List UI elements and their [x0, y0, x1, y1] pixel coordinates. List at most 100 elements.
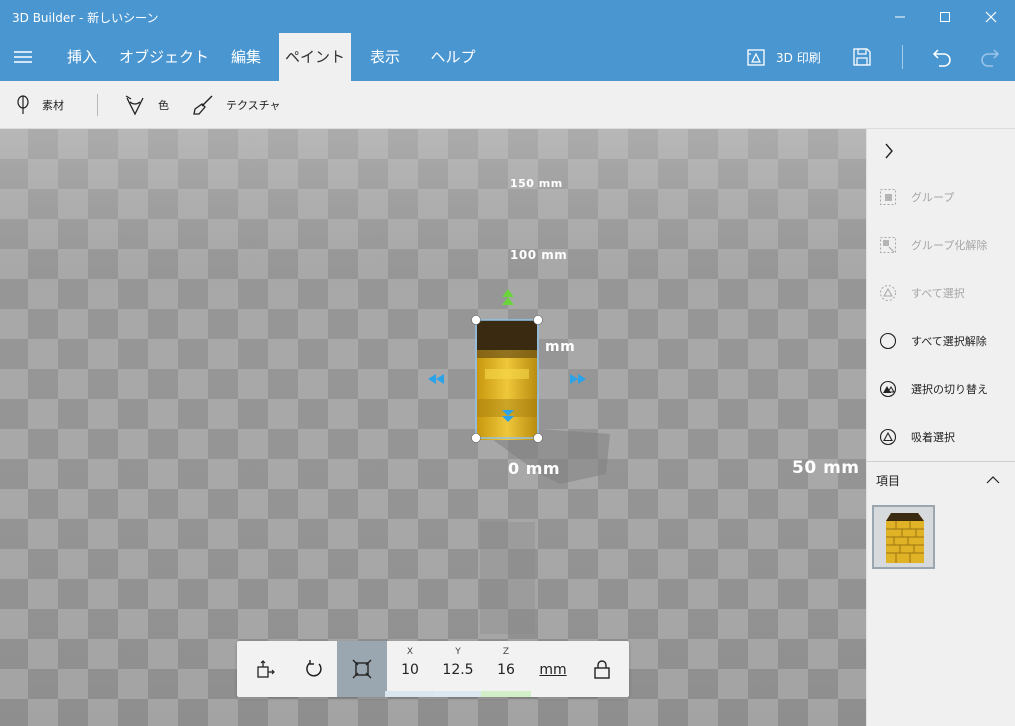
minimize-icon — [895, 16, 905, 17]
x-axis-bar — [385, 691, 435, 697]
transform-panel: X 10 Y 12.5 Z 16 mm — [237, 641, 629, 697]
menu-separator — [902, 45, 903, 69]
color-label: 色 — [158, 99, 169, 112]
move-tool-icon — [257, 660, 275, 678]
ungroup-label: グループ化解除 — [911, 239, 988, 252]
yellow-block-object[interactable] — [477, 320, 537, 440]
chevron-up-icon — [986, 476, 1000, 484]
title-bar: 3D Builder - 新しいシーン — [0, 0, 1015, 33]
print-3d-icon — [747, 49, 765, 66]
minimize-button[interactable] — [877, 0, 923, 33]
snap-selection-button[interactable]: 吸着選択 — [867, 413, 1015, 461]
tab-insert[interactable]: 挿入 — [53, 33, 111, 81]
window-title: 3D Builder - 新しいシーン — [12, 11, 159, 25]
tab-edit[interactable]: 編集 — [218, 33, 274, 81]
z-axis-bar — [481, 691, 531, 697]
items-collapse-button[interactable] — [985, 472, 1001, 488]
tab-object[interactable]: オブジェクト — [117, 33, 211, 81]
deselect-all-button[interactable]: すべて選択解除 — [867, 317, 1015, 365]
ungroup-button[interactable]: グループ化解除 — [867, 221, 1015, 269]
texture-brush-icon — [193, 95, 213, 115]
rotate-icon — [306, 660, 322, 677]
maximize-button[interactable] — [922, 0, 968, 33]
chevron-right-icon — [885, 143, 893, 159]
y-value: 12.5 — [442, 662, 474, 678]
selection-handle[interactable] — [471, 315, 481, 325]
group-icon — [879, 188, 897, 206]
ungroup-icon — [879, 236, 897, 254]
collapse-panel-button[interactable] — [877, 139, 901, 163]
scale-icon — [352, 659, 372, 679]
hamburger-menu-button[interactable] — [0, 33, 46, 81]
material-label: 素材 — [42, 99, 64, 112]
redo-button[interactable] — [972, 33, 1008, 81]
save-icon — [853, 48, 871, 66]
scale-label-0: 0 mm — [508, 459, 561, 478]
toggle-selection-label: 選択の切り替え — [911, 383, 988, 396]
select-all-button[interactable]: すべて選択 — [867, 269, 1015, 317]
menu-bar: 挿入 オブジェクト 編集 ペイント 表示 ヘルプ 3D 印刷 — [0, 33, 1015, 81]
z-coordinate-field[interactable]: Z 16 — [481, 641, 531, 697]
scene-canvas — [0, 129, 866, 726]
right-panel: グループ グループ化解除 すべて選択 すべて選択解除 選択の切り替え 吸着選択 … — [866, 129, 1015, 726]
items-separator — [867, 461, 1015, 462]
material-button[interactable]: 素材 — [16, 81, 64, 129]
color-bucket-icon — [125, 95, 144, 116]
rotate-tool-button[interactable] — [289, 641, 339, 697]
object-thumbnail-image — [874, 507, 933, 567]
lock-proportions-button[interactable] — [577, 641, 627, 697]
save-button[interactable] — [844, 33, 880, 81]
scale-label-50: 50 mm — [792, 458, 860, 478]
scale-label-50-partial: mm — [545, 339, 576, 355]
close-button[interactable] — [968, 0, 1014, 33]
texture-label: テクスチャ — [226, 99, 281, 112]
items-header: 項目 — [876, 474, 901, 488]
z-axis-label: Z — [502, 647, 510, 657]
group-label: グループ — [911, 191, 955, 204]
texture-button[interactable]: テクスチャ — [192, 81, 281, 129]
snap-selection-icon — [879, 428, 897, 446]
x-axis-label: X — [406, 647, 414, 657]
snap-selection-label: 吸着選択 — [911, 431, 955, 444]
scale-label-100: 100 mm — [510, 248, 568, 262]
undo-icon — [932, 49, 951, 67]
selection-handle[interactable] — [533, 433, 543, 443]
deselect-all-label: すべて選択解除 — [911, 335, 987, 348]
move-tool-button[interactable] — [241, 641, 291, 697]
deselect-all-icon — [879, 332, 897, 350]
toggle-selection-icon — [879, 380, 897, 398]
x-coordinate-field[interactable]: X 10 — [385, 641, 435, 697]
select-all-label: すべて選択 — [911, 287, 965, 300]
select-all-icon — [879, 284, 897, 302]
color-button[interactable]: 色 — [124, 81, 169, 129]
hamburger-icon — [14, 51, 32, 63]
print-3d-button[interactable]: 3D 印刷 — [746, 33, 821, 81]
tab-paint[interactable]: ペイント — [279, 33, 351, 81]
unit-selector[interactable]: mm — [537, 662, 569, 678]
close-icon — [985, 11, 997, 22]
scale-label-150: 150 mm — [510, 177, 563, 190]
y-coordinate-field[interactable]: Y 12.5 — [433, 641, 483, 697]
scale-tool-button[interactable] — [337, 641, 387, 697]
y-axis-label: Y — [455, 647, 461, 657]
group-button[interactable]: グループ — [867, 173, 1015, 221]
maximize-icon — [940, 11, 950, 22]
object-thumbnail[interactable] — [872, 505, 935, 569]
undo-button[interactable] — [924, 33, 960, 81]
y-axis-bar — [433, 691, 483, 697]
redo-icon — [981, 49, 1000, 67]
tab-view[interactable]: 表示 — [358, 33, 412, 81]
object-reflection — [480, 522, 535, 634]
toggle-selection-button[interactable]: 選択の切り替え — [867, 365, 1015, 413]
material-icon — [17, 95, 29, 114]
x-value: 10 — [401, 662, 419, 678]
selection-handle[interactable] — [533, 315, 543, 325]
3d-viewport[interactable]: 150 mm 100 mm mm 0 mm 50 mm X 10 Y 12.5 … — [0, 129, 866, 726]
lock-icon — [594, 660, 610, 679]
z-value: 16 — [497, 662, 515, 678]
selection-handle[interactable] — [471, 433, 481, 443]
tab-help[interactable]: ヘルプ — [420, 33, 486, 81]
paint-toolbar: 素材 色 テクスチャ — [0, 81, 1015, 129]
toolbar-separator — [97, 94, 98, 116]
print-3d-label: 3D 印刷 — [776, 50, 821, 65]
